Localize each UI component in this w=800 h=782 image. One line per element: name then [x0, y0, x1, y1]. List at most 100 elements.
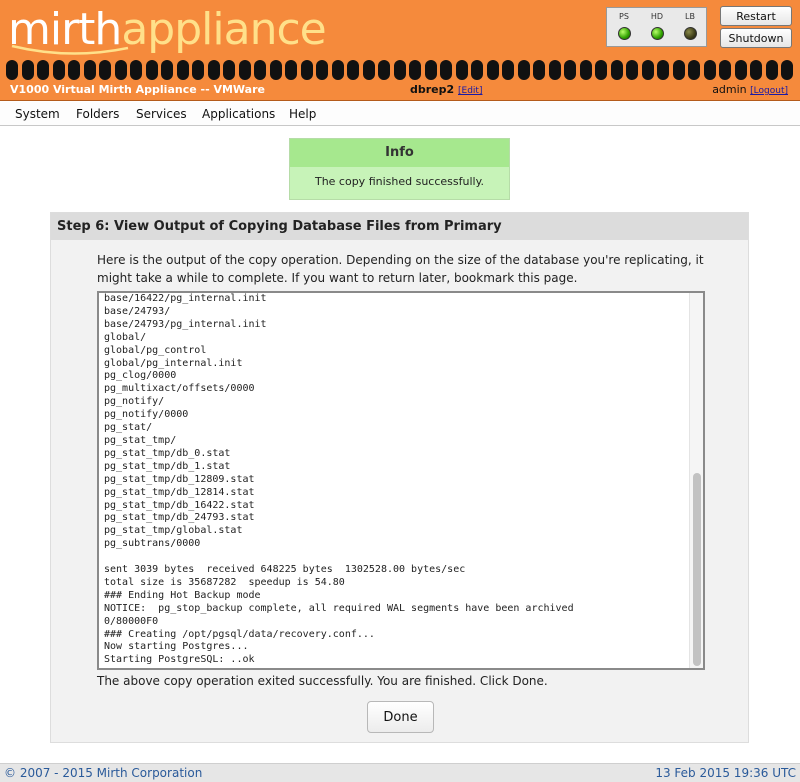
header-dot [781, 60, 793, 80]
header-dot [192, 60, 204, 80]
led-hd-light-icon [650, 27, 664, 40]
header-dot [486, 60, 499, 80]
header-dot [331, 60, 344, 80]
header-dot [6, 60, 18, 80]
header-dot [161, 60, 173, 80]
output-line: pg_stat_tmp/ [104, 434, 177, 446]
header-dot [285, 60, 297, 80]
header-decorative-dots [0, 60, 800, 80]
menu-system[interactable]: System [15, 107, 60, 121]
output-scrollbar-thumb[interactable] [693, 473, 701, 666]
output-line: pg_stat_tmp/db_16422.stat [104, 499, 255, 511]
header-dot [502, 60, 514, 80]
header-dot [424, 60, 437, 80]
header-dot [672, 60, 685, 80]
led-hd-label: HD [650, 12, 664, 21]
header-dot [316, 60, 328, 80]
header-dot [238, 60, 251, 80]
header-dot [130, 60, 142, 80]
led-hd: HD [642, 12, 672, 40]
output-line: pg_stat_tmp/db_1.stat [104, 460, 231, 472]
server-date: 13 Feb 2015 19:36 UTC [655, 766, 796, 780]
header-dot [114, 60, 127, 80]
user-display: admin [Logout] [712, 83, 788, 96]
output-line: pg_notify/ [104, 396, 165, 408]
led-ps: PS [609, 12, 639, 40]
header-dot [378, 60, 390, 80]
header-dot [254, 60, 266, 80]
header-dot [207, 60, 220, 80]
header-dot [52, 60, 65, 80]
header-dot [703, 60, 716, 80]
header-dot [517, 60, 530, 80]
header-dot [548, 60, 561, 80]
app-header: mirthappliance PS HD LB Restart Shutdown… [0, 0, 800, 101]
led-ps-light-icon [617, 27, 631, 40]
done-button[interactable]: Done [367, 701, 434, 733]
output-line: pg_stat_tmp/db_12809.stat [104, 473, 255, 485]
step-panel: Step 6: View Output of Copying Database … [50, 212, 749, 743]
restart-button[interactable]: Restart [720, 6, 792, 26]
status-led-panel: PS HD LB [606, 7, 707, 47]
header-dot [564, 60, 576, 80]
step-outro-text: The above copy operation exited successf… [97, 674, 548, 688]
header-dot [657, 60, 669, 80]
menu-services[interactable]: Services [136, 107, 187, 121]
header-dot [37, 60, 49, 80]
step-title: Step 6: View Output of Copying Database … [51, 213, 748, 240]
menu-help[interactable]: Help [289, 107, 316, 121]
output-line: base/24793/pg_internal.init [104, 318, 267, 330]
edit-hostname-link[interactable]: [Edit] [458, 86, 482, 96]
output-line: base/24793/ [104, 305, 171, 317]
output-line: global/pg_control [104, 344, 207, 356]
header-dot [347, 60, 359, 80]
led-ps-label: PS [619, 12, 629, 21]
led-lb-light-icon [683, 27, 697, 40]
shutdown-button[interactable]: Shutdown [720, 28, 792, 48]
header-dot [533, 60, 545, 80]
output-line: pg_stat/ [104, 422, 153, 434]
step-intro-text: Here is the output of the copy operation… [97, 253, 704, 285]
header-dot [688, 60, 700, 80]
header-dot [626, 60, 638, 80]
header-dot [719, 60, 731, 80]
header-dot [99, 60, 111, 80]
hostname-display: dbrep2 [Edit] [410, 83, 482, 96]
output-scrollbar[interactable] [689, 293, 703, 668]
output-line: NOTICE: pg_stop_backup complete, all req… [104, 602, 574, 614]
page-footer: © 2007 - 2015 Mirth Corporation 13 Feb 2… [0, 763, 800, 782]
header-dot [610, 60, 623, 80]
header-dot [641, 60, 654, 80]
header-dot [471, 60, 483, 80]
logo-swoosh-icon [11, 44, 129, 55]
logo-part2: appliance [121, 4, 326, 55]
menu-folders[interactable]: Folders [76, 107, 119, 121]
info-message: The copy finished successfully. [314, 175, 485, 188]
header-dot [176, 60, 189, 80]
output-line: total size is 35687282 speedup is 54.80 [104, 576, 345, 588]
output-line: base/16422/pg_internal.init [104, 293, 267, 304]
output-line: 0/80000F0 [104, 615, 159, 627]
header-dot [440, 60, 452, 80]
output-line: pg_stat_tmp/db_24793.stat [104, 512, 255, 524]
copy-output-box[interactable]: base/16422/pg_internal.init base/24793/ba… [97, 291, 705, 670]
output-line: pg_stat_tmp/db_0.stat [104, 447, 231, 459]
header-dot [595, 60, 607, 80]
output-line: pg_multixact/offsets/0000 [104, 383, 255, 395]
copyright-text: © 2007 - 2015 Mirth Corporation [4, 766, 203, 780]
output-line: pg_notify/0000 [104, 409, 189, 421]
header-dot [409, 60, 421, 80]
output-line: global/ [104, 331, 147, 343]
header-info-bar: V1000 Virtual Mirth Appliance -- VMWare … [0, 82, 800, 100]
header-dot [765, 60, 778, 80]
output-line: ### Ending Hot Backup mode [104, 589, 261, 601]
header-dot [223, 60, 235, 80]
led-lb-label: LB [685, 12, 695, 21]
header-dot [269, 60, 282, 80]
menu-applications[interactable]: Applications [202, 107, 275, 121]
output-line: Starting PostgreSQL: ..ok [104, 654, 255, 666]
header-dot [579, 60, 592, 80]
logout-link[interactable]: [Logout] [750, 86, 788, 96]
header-dot [145, 60, 158, 80]
header-dot [455, 60, 468, 80]
